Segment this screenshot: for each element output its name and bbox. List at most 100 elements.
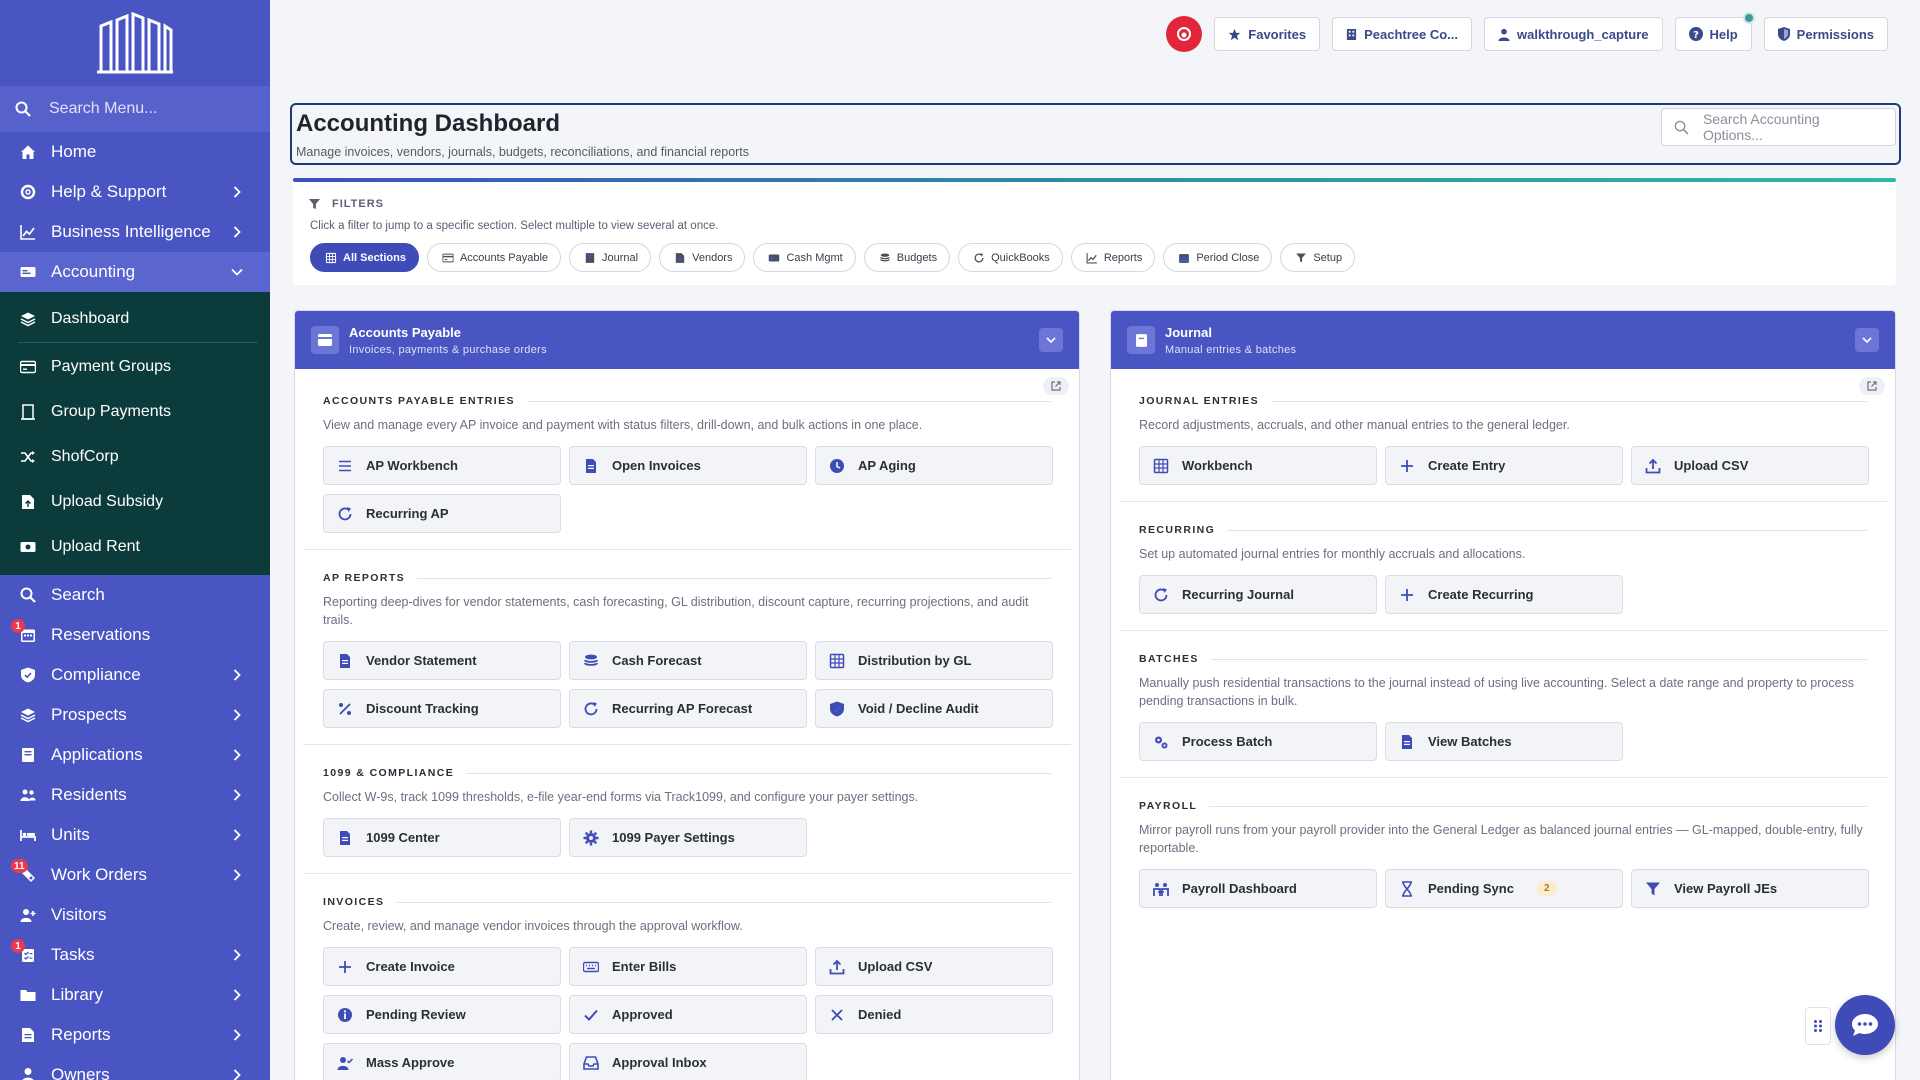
page-subtitle: Manage invoices, vendors, journals, budg… — [296, 145, 750, 159]
gradient-bar — [293, 178, 1896, 182]
sidebar-item-home[interactable]: Home — [0, 132, 270, 172]
sidebar-item-compliance[interactable]: Compliance — [0, 655, 270, 695]
section-title-row: BATCHES — [1139, 653, 1867, 665]
sidebar-item-residents[interactable]: Residents — [0, 775, 270, 815]
action-tile-payroll-dashboard[interactable]: Payroll Dashboard — [1139, 869, 1377, 908]
action-tile-ap-workbench[interactable]: AP Workbench — [323, 446, 561, 485]
sidebar-item-upload-subsidy[interactable]: Upload Subsidy — [0, 479, 270, 524]
action-tile-1099-center[interactable]: 1099 Center — [323, 818, 561, 857]
sidebar-item-help-and-support[interactable]: Help & Support — [0, 172, 270, 212]
open-external-button[interactable] — [1859, 377, 1885, 395]
action-tile-recurring-ap[interactable]: Recurring AP — [323, 494, 561, 533]
sidebar-item-reservations[interactable]: Reservations 1 — [0, 615, 270, 655]
filter-chip-period-close[interactable]: Period Close — [1163, 243, 1273, 272]
filter-chip-setup[interactable]: Setup — [1280, 243, 1356, 272]
sidebar-item-tasks[interactable]: Tasks 1 — [0, 935, 270, 975]
sidebar-item-label: Reservations — [51, 625, 151, 644]
filter-chip-cash-mgmt[interactable]: Cash Mgmt — [753, 243, 856, 272]
external-link-icon — [1867, 381, 1877, 391]
action-tile-enter-bills[interactable]: Enter Bills — [569, 947, 807, 986]
filter-chip-label: Period Close — [1196, 251, 1260, 264]
collapse-button[interactable] — [1039, 328, 1063, 352]
sidebar-item-payment-groups[interactable]: Payment Groups — [0, 344, 270, 389]
action-tile-pending-review[interactable]: Pending Review — [323, 995, 561, 1034]
action-tile-recurring-ap-forecast[interactable]: Recurring AP Forecast — [569, 689, 807, 728]
filter-chip-label: Reports — [1103, 251, 1143, 264]
sidebar-item-group-payments[interactable]: Group Payments — [0, 389, 270, 434]
company-button[interactable]: Peachtree Co... — [1332, 17, 1473, 51]
filter-chip-reports[interactable]: Reports — [1070, 243, 1156, 272]
help-button[interactable]: ? Help — [1674, 12, 1755, 51]
action-tile-upload-csv[interactable]: Upload CSV — [1631, 446, 1869, 485]
section-description: Create, review, and manage vendor invoic… — [323, 919, 743, 933]
chevron-right-icon — [230, 988, 244, 1002]
action-tile-create-invoice[interactable]: Create Invoice — [323, 947, 561, 986]
open-external-button[interactable] — [1043, 377, 1069, 395]
filter-chip-accounts-payable[interactable]: Accounts Payable — [426, 243, 562, 272]
action-tile-cash-forecast[interactable]: Cash Forecast — [569, 641, 807, 680]
action-tile-label: Approval Inbox — [612, 1055, 707, 1070]
permissions-button[interactable]: Permissions — [1763, 17, 1888, 51]
sidebar-item-dashboard[interactable]: Dashboard — [0, 296, 270, 341]
filters-panel: FILTERS Click a filter to jump to a spec… — [293, 178, 1896, 285]
sidebar-item-upload-rent[interactable]: Upload Rent — [0, 524, 270, 569]
filter-chip-quickbooks[interactable]: QuickBooks — [958, 243, 1063, 272]
collapse-button[interactable] — [1855, 328, 1879, 352]
record-button[interactable] — [1166, 16, 1203, 52]
card-subtitle: Manual entries & batches — [1165, 343, 1297, 356]
pending-count-badge: 2 — [1536, 881, 1557, 896]
action-tile-approval-inbox[interactable]: Approval Inbox — [569, 1043, 807, 1080]
action-tile-ap-aging[interactable]: AP Aging — [815, 446, 1053, 485]
action-tile-approved[interactable]: Approved — [569, 995, 807, 1034]
filter-chip-all-sections[interactable]: All Sections — [310, 243, 419, 272]
chat-button[interactable] — [1835, 995, 1895, 1055]
sidebar-item-library[interactable]: Library — [0, 975, 270, 1015]
action-tile-create-recurring[interactable]: Create Recurring — [1385, 575, 1623, 614]
action-tile-distribution-by-gl[interactable]: Distribution by GL — [815, 641, 1053, 680]
action-tile-void-decline-audit[interactable]: Void / Decline Audit — [815, 689, 1053, 728]
help-label: Help — [1709, 26, 1738, 42]
sidebar-item-label: Help & Support — [51, 182, 167, 201]
chat-bubble-icon — [1852, 1014, 1878, 1036]
action-tile-open-invoices[interactable]: Open Invoices — [569, 446, 807, 485]
favorites-button[interactable]: Favorites — [1214, 17, 1321, 51]
sidebar-item-label: ShofCorp — [51, 447, 119, 465]
filter-chip-budgets[interactable]: Budgets — [863, 243, 951, 272]
action-tile-recurring-journal[interactable]: Recurring Journal — [1139, 575, 1377, 614]
sidebar-item-applications[interactable]: Applications — [0, 735, 270, 775]
action-tile-process-batch[interactable]: Process Batch — [1139, 722, 1377, 761]
sidebar-item-units[interactable]: Units — [0, 815, 270, 855]
question-icon: ? — [1688, 27, 1703, 41]
action-tile-workbench[interactable]: Workbench — [1139, 446, 1377, 485]
filter-chip-vendors[interactable]: Vendors — [659, 243, 746, 272]
card-title: Journal — [1165, 324, 1212, 340]
sidebar-item-shofcorp[interactable]: ShofCorp — [0, 434, 270, 479]
sidebar-item-visitors[interactable]: Visitors — [0, 895, 270, 935]
journal-body: JOURNAL ENTRIES Record adjustments, accru… — [1111, 369, 1895, 924]
user-button[interactable]: walkthrough_capture — [1484, 17, 1663, 51]
filter-chip-journal[interactable]: Journal — [569, 243, 652, 272]
action-tile-create-entry[interactable]: Create Entry — [1385, 446, 1623, 485]
chat-drag-handle[interactable] — [1805, 1007, 1831, 1045]
sidebar-item-prospects[interactable]: Prospects — [0, 695, 270, 735]
company-logo[interactable] — [0, 0, 270, 86]
sidebar-item-business-intelligence[interactable]: Business Intelligence — [0, 212, 270, 252]
action-tile-mass-approve[interactable]: Mass Approve — [323, 1043, 561, 1080]
action-tile-vendor-statement[interactable]: Vendor Statement — [323, 641, 561, 680]
action-tile-denied[interactable]: Denied — [815, 995, 1053, 1034]
section-actions: Payroll Dashboard Pending Sync 2 View Payro… — [1139, 869, 1869, 908]
sidebar-item-owners[interactable]: Owners — [0, 1055, 270, 1080]
action-tile-pending-sync[interactable]: Pending Sync 2 — [1385, 869, 1623, 908]
action-tile-view-payroll-jes[interactable]: View Payroll JEs — [1631, 869, 1869, 908]
sidebar-search[interactable]: Search Menu... — [0, 86, 270, 132]
accounting-search-input[interactable]: Search Accounting Options... — [1661, 108, 1896, 146]
sidebar-item-reports[interactable]: Reports — [0, 1015, 270, 1055]
section-title-row: RECURRING — [1139, 524, 1867, 536]
sidebar-item-search[interactable]: Search — [0, 575, 270, 615]
sidebar-item-accounting[interactable]: Accounting — [0, 252, 270, 292]
action-tile-view-batches[interactable]: View Batches — [1385, 722, 1623, 761]
action-tile-discount-tracking[interactable]: Discount Tracking — [323, 689, 561, 728]
action-tile-upload-csv[interactable]: Upload CSV — [815, 947, 1053, 986]
action-tile-1099-payer-settings[interactable]: 1099 Payer Settings — [569, 818, 807, 857]
sidebar-item-work-orders[interactable]: Work Orders 11 — [0, 855, 270, 895]
